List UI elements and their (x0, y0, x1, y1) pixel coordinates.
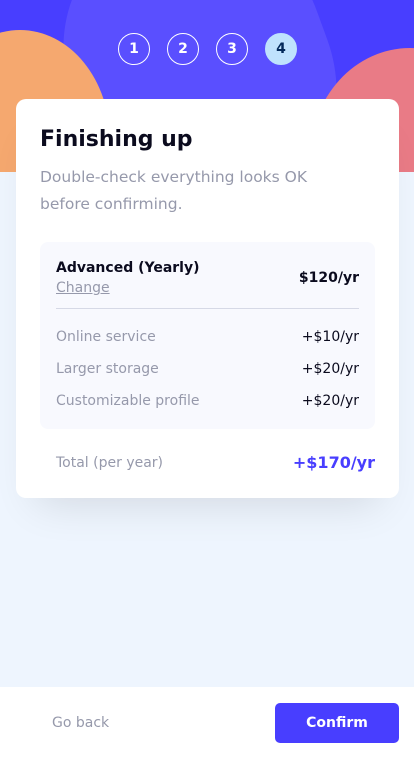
addon-name: Online service (56, 329, 156, 345)
confirm-button[interactable]: Confirm (275, 702, 399, 743)
step-4-active: 4 (265, 33, 297, 65)
step-1: 1 (118, 33, 150, 65)
order-summary: Advanced (Yearly) Change $120/yr Online … (40, 242, 375, 429)
addon-row: Online service +$10/yr (56, 321, 359, 353)
addon-price: +$10/yr (301, 329, 359, 345)
page-title: Finishing up (40, 127, 193, 152)
addon-row: Larger storage +$20/yr (56, 353, 359, 385)
summary-card: Finishing up Double-check everything loo… (16, 99, 399, 498)
go-back-button[interactable]: Go back (52, 715, 109, 731)
divider (56, 308, 359, 309)
total-price: +$170/yr (292, 453, 375, 472)
footer-bar: Go back Confirm (0, 687, 414, 758)
plan-name: Advanced (Yearly) (56, 260, 200, 276)
addon-row: Customizable profile +$20/yr (56, 385, 359, 417)
total-row: Total (per year) +$170/yr (40, 453, 375, 472)
addon-price: +$20/yr (301, 393, 359, 409)
addon-name: Customizable profile (56, 393, 200, 409)
step-indicator: 1 2 3 4 (118, 33, 297, 65)
plan-row: Advanced (Yearly) Change $120/yr (56, 260, 359, 296)
step-2: 2 (167, 33, 199, 65)
total-label: Total (per year) (56, 454, 164, 471)
change-plan-link[interactable]: Change (56, 280, 110, 296)
plan-price: $120/yr (298, 270, 359, 286)
addon-name: Larger storage (56, 361, 159, 377)
step-3: 3 (216, 33, 248, 65)
page-subtitle: Double-check everything looks OK before … (40, 168, 308, 213)
addon-price: +$20/yr (301, 361, 359, 377)
